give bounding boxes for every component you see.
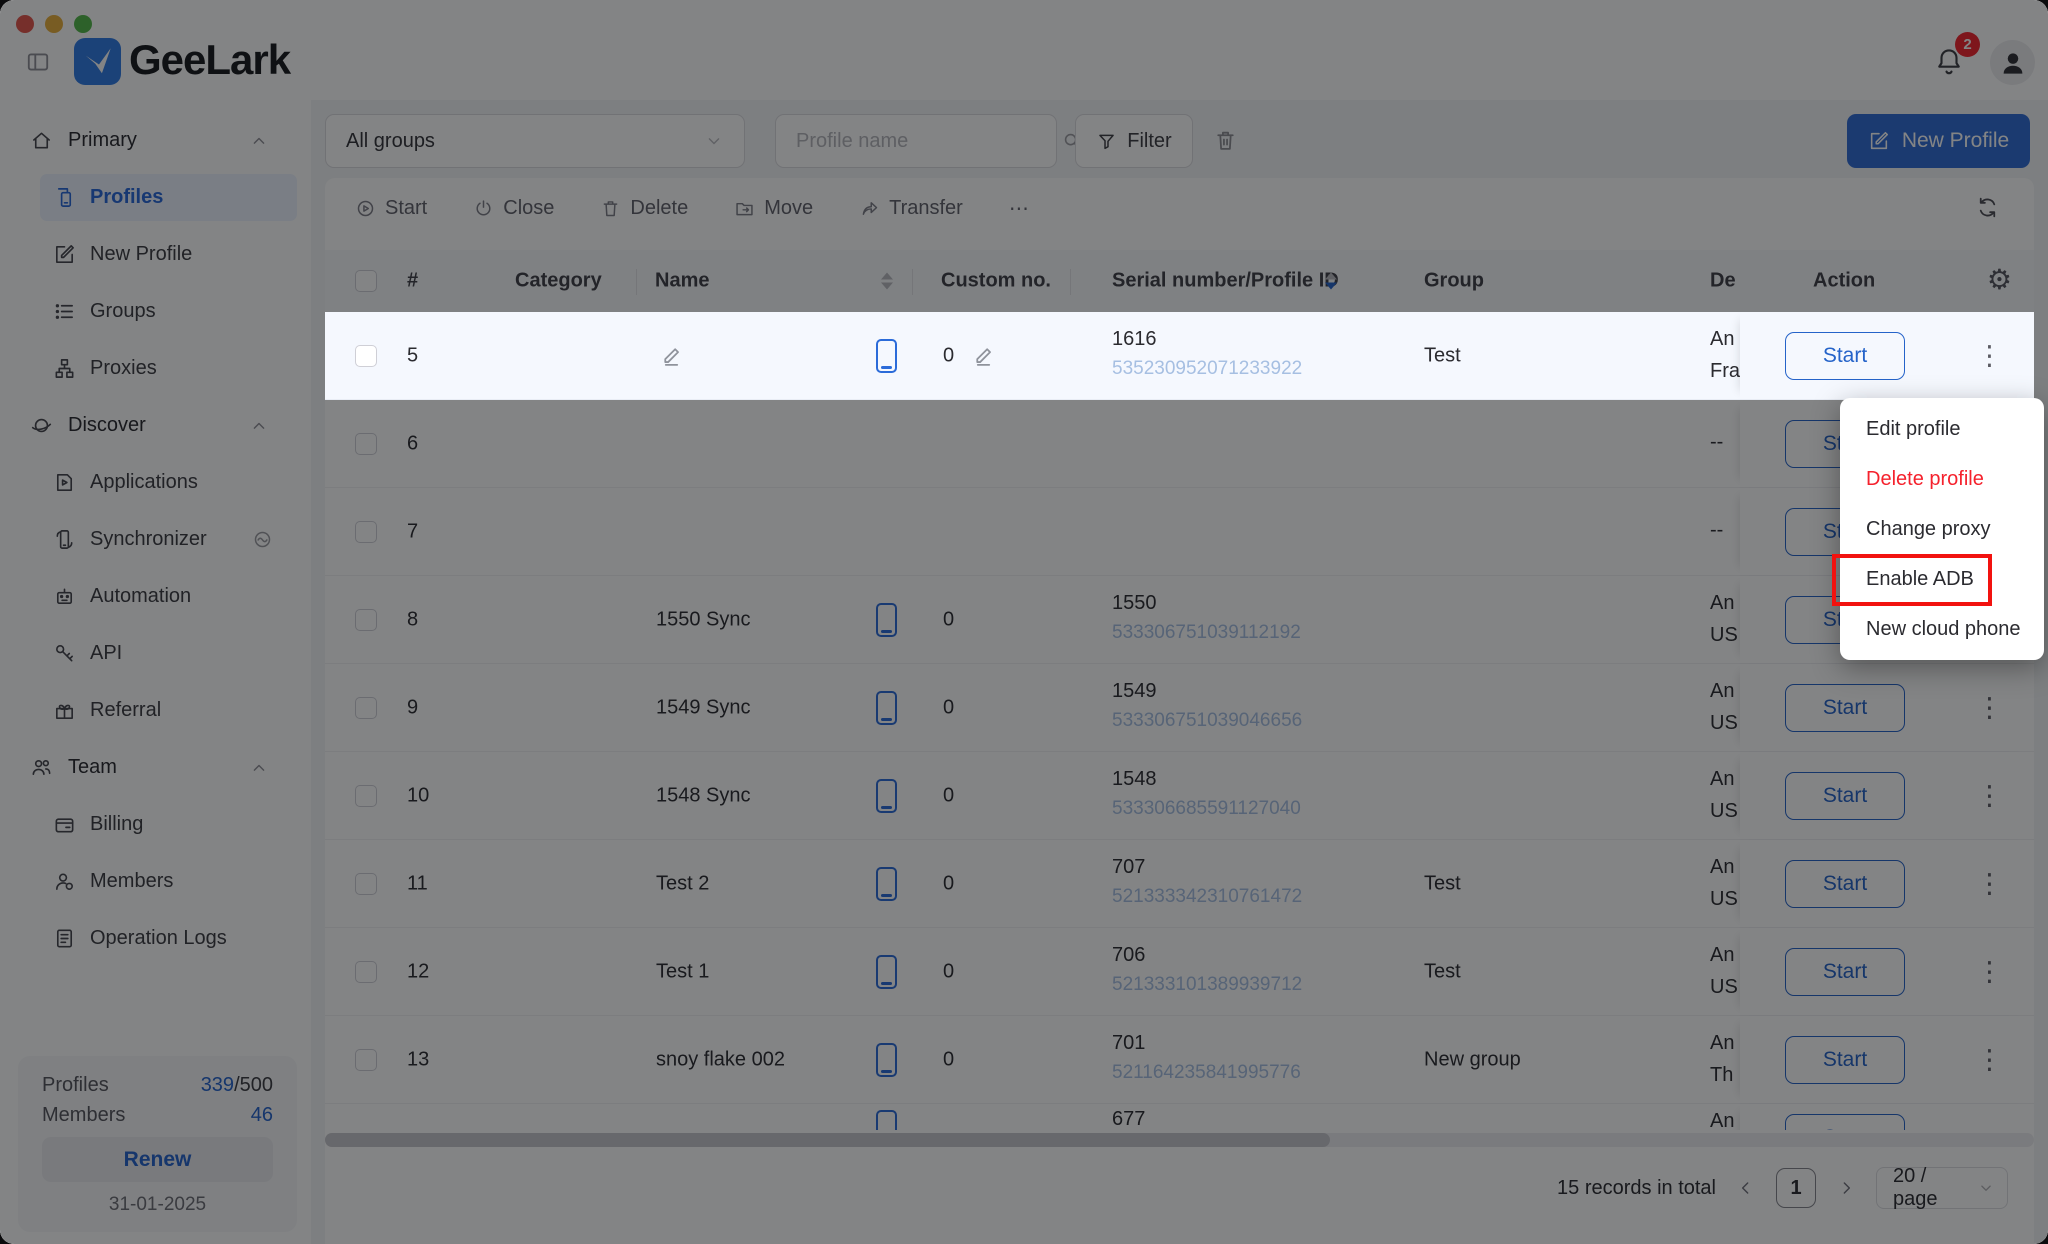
context-menu-item-label: Edit profile — [1866, 418, 1961, 441]
edit-name-icon[interactable] — [659, 343, 684, 368]
context-menu-item-change-proxy[interactable]: Change proxy — [1840, 504, 2044, 554]
context-menu-item-new-cloud-phone[interactable]: New cloud phone — [1840, 604, 2044, 654]
table-row: 5 0 1616 535230952071233922 Test An Fra Start ⋮ — [325, 312, 2034, 400]
start-button[interactable]: Start — [1785, 332, 1905, 380]
context-menu-item-label: New cloud phone — [1866, 618, 2021, 641]
row-checkbox[interactable] — [355, 345, 377, 367]
context-menu-item-label: Delete profile — [1866, 468, 1984, 491]
row-index: 5 — [407, 344, 418, 367]
profile-id: 535230952071233922 — [1112, 358, 1302, 380]
serial-number: 1616 — [1112, 328, 1157, 351]
dim-overlay — [0, 0, 2048, 1244]
custom-no-value: 0 — [943, 344, 954, 367]
context-menu-item-label: Change proxy — [1866, 518, 1991, 541]
pencil-edit-icon — [971, 343, 996, 368]
action-cell: Start ⋮ — [1740, 312, 2034, 399]
app-window: GeeLark 2 PrimaryProfilesNew ProfileGrou… — [0, 0, 2048, 1244]
edit-custom-no-icon[interactable] — [971, 343, 996, 368]
row-more-actions-icon[interactable]: ⋮ — [1976, 340, 2003, 371]
context-menu-item-delete-profile[interactable]: Delete profile — [1840, 454, 2044, 504]
cloud-phone-category-icon — [876, 339, 897, 373]
row-context-menu: Edit profileDelete profileChange proxyEn… — [1840, 398, 2044, 660]
context-menu-item-edit-profile[interactable]: Edit profile — [1840, 404, 2044, 454]
enable-adb-annotation-box — [1832, 554, 1992, 606]
pencil-edit-icon — [659, 343, 684, 368]
group-name: Test — [1424, 344, 1461, 367]
device-info-line1: An — [1710, 328, 1734, 351]
device-info-line2: Fra — [1710, 360, 1740, 383]
